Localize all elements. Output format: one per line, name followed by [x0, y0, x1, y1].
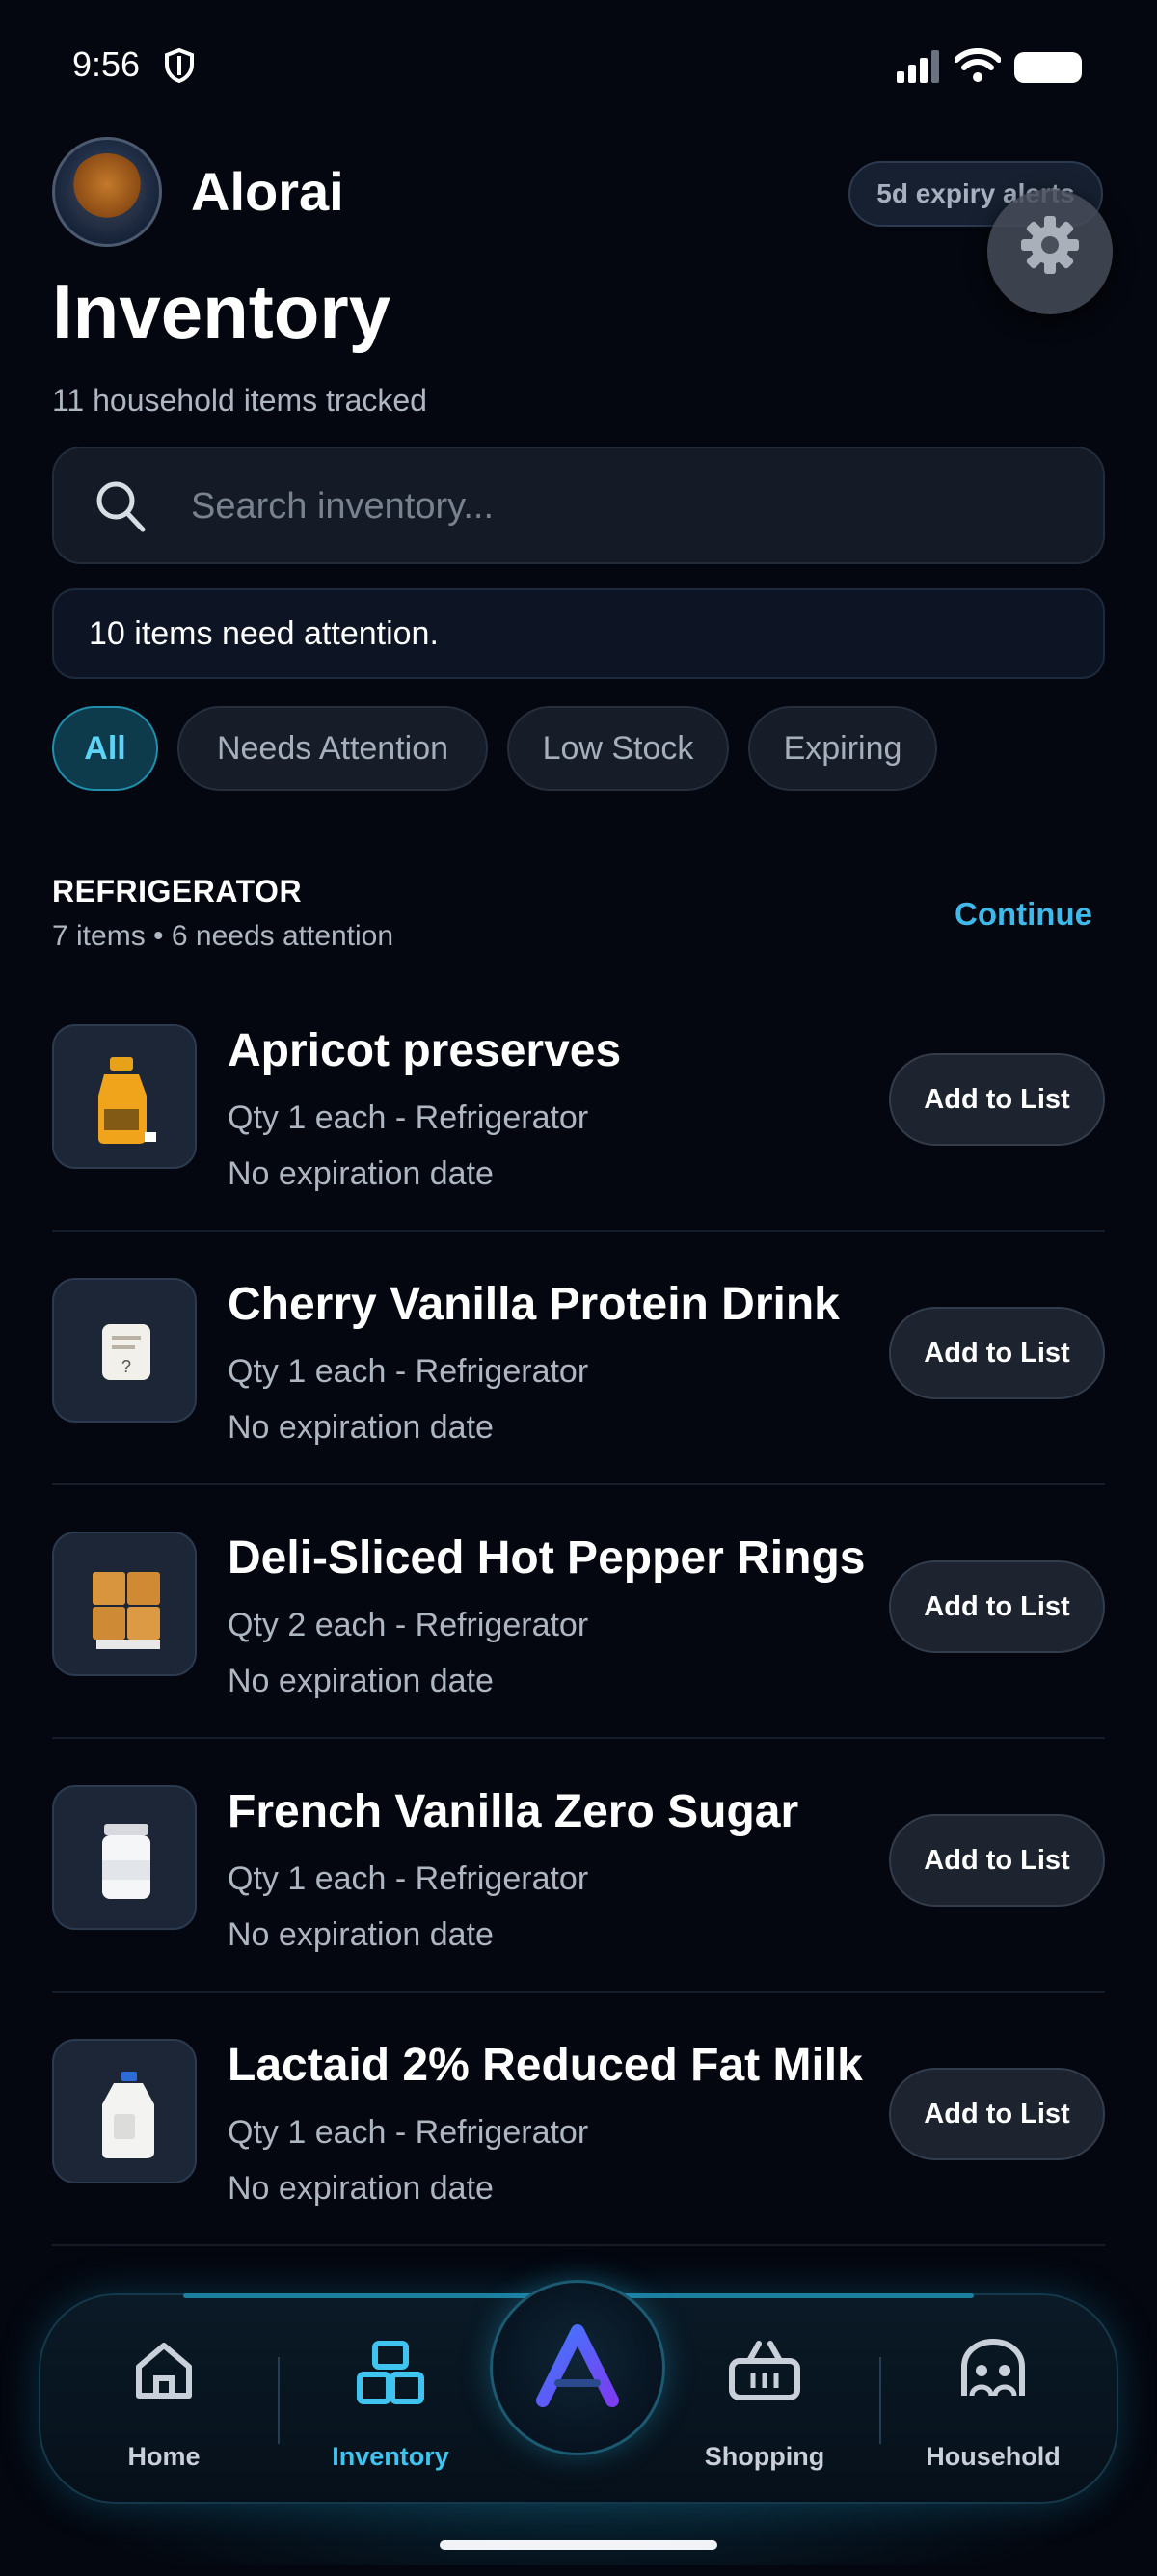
filter-expiring[interactable]: Expiring: [748, 706, 937, 791]
nav-label: Shopping: [704, 2442, 825, 2471]
item-quantity: Qty 1 each - Refrigerator: [228, 1860, 589, 1897]
wifi-icon: [955, 48, 1001, 82]
nav-separator: [879, 2357, 881, 2444]
juice-bottle-icon: [52, 1024, 197, 1169]
add-to-list-button[interactable]: Add to List: [889, 1307, 1105, 1399]
list-item[interactable]: Apricot preserves Qty 1 each - Refrigera…: [52, 978, 1105, 1232]
item-quantity: Qty 1 each - Refrigerator: [228, 2114, 589, 2151]
page-subtitle: 11 household items tracked: [52, 383, 427, 418]
app-name: Alorai: [191, 161, 344, 222]
nav-home[interactable]: Home: [82, 2338, 246, 2473]
assistant-button[interactable]: [490, 2280, 665, 2455]
item-quantity: Qty 2 each - Refrigerator: [228, 1607, 589, 1643]
nav-label: Household: [926, 2442, 1061, 2471]
list-item[interactable]: Deli-Sliced Hot Pepper Rings Qty 2 each …: [52, 1485, 1105, 1739]
nav-inventory[interactable]: Inventory: [309, 2338, 472, 2473]
add-to-list-button[interactable]: Add to List: [889, 1053, 1105, 1146]
search-input[interactable]: [189, 476, 1061, 536]
settings-button[interactable]: [987, 189, 1113, 314]
section-title: REFRIGERATOR: [52, 874, 303, 908]
section-meta: 7 items • 6 needs attention: [52, 920, 394, 952]
divider: [52, 2244, 1105, 2246]
nav-separator: [278, 2357, 280, 2444]
cream-jar-icon: [52, 1785, 197, 1930]
item-quantity: Qty 1 each - Refrigerator: [228, 1099, 589, 1136]
item-name: Lactaid 2% Reduced Fat Milk: [228, 2040, 863, 2091]
item-expiry: No expiration date: [228, 1916, 494, 1953]
svg-text:?: ?: [121, 1357, 131, 1376]
attention-banner: 10 items need attention.: [52, 588, 1105, 679]
milk-jug-icon: [52, 2039, 197, 2183]
status-time: 9:56: [72, 44, 141, 84]
nav-label: Inventory: [332, 2442, 449, 2471]
unknown-item-icon: ?: [52, 1278, 197, 1423]
item-expiry: No expiration date: [228, 1155, 494, 1192]
page-title: Inventory: [52, 269, 391, 354]
add-to-list-button[interactable]: Add to List: [889, 1814, 1105, 1907]
list-item[interactable]: French Vanilla Zero Sugar Qty 1 each - R…: [52, 1739, 1105, 1993]
nav-household[interactable]: Household: [911, 2338, 1075, 2473]
gear-icon: [1021, 216, 1079, 274]
add-to-list-button[interactable]: Add to List: [889, 1560, 1105, 1653]
avatar[interactable]: [52, 137, 162, 247]
nav-label: Home: [127, 2442, 201, 2471]
home-indicator: [440, 2540, 717, 2550]
shield-icon: [165, 48, 194, 83]
search-icon: [96, 481, 146, 532]
boxes-icon: [357, 2341, 424, 2404]
list-item[interactable]: Lactaid 2% Reduced Fat Milk Qty 1 each -…: [52, 1993, 1105, 2246]
filter-needs-attention[interactable]: Needs Attention: [177, 706, 488, 791]
item-expiry: No expiration date: [228, 1663, 494, 1699]
lion-mascot-icon: [68, 153, 146, 230]
item-quantity: Qty 1 each - Refrigerator: [228, 1353, 589, 1390]
signal-icon: [897, 50, 939, 83]
filter-all[interactable]: All: [52, 706, 158, 791]
item-name: French Vanilla Zero Sugar: [228, 1786, 799, 1837]
add-to-list-button[interactable]: Add to List: [889, 2068, 1105, 2160]
household-icon: [961, 2338, 1025, 2397]
filter-low-stock[interactable]: Low Stock: [507, 706, 729, 791]
home-icon: [136, 2343, 192, 2399]
item-name: Apricot preserves: [228, 1025, 622, 1076]
continue-link[interactable]: Continue: [955, 896, 1092, 933]
item-name: Deli-Sliced Hot Pepper Rings: [228, 1532, 866, 1584]
list-item[interactable]: ? Cherry Vanilla Protein Drink Qty 1 eac…: [52, 1232, 1105, 1485]
item-expiry: No expiration date: [228, 1409, 494, 1446]
item-expiry: No expiration date: [228, 2170, 494, 2207]
logo-a-icon: [536, 2324, 619, 2407]
nav-shopping[interactable]: Shopping: [683, 2338, 847, 2473]
crackers-icon: [52, 1532, 197, 1676]
basket-icon: [729, 2341, 800, 2400]
battery-icon: [1014, 52, 1082, 83]
item-name: Cherry Vanilla Protein Drink: [228, 1279, 840, 1330]
